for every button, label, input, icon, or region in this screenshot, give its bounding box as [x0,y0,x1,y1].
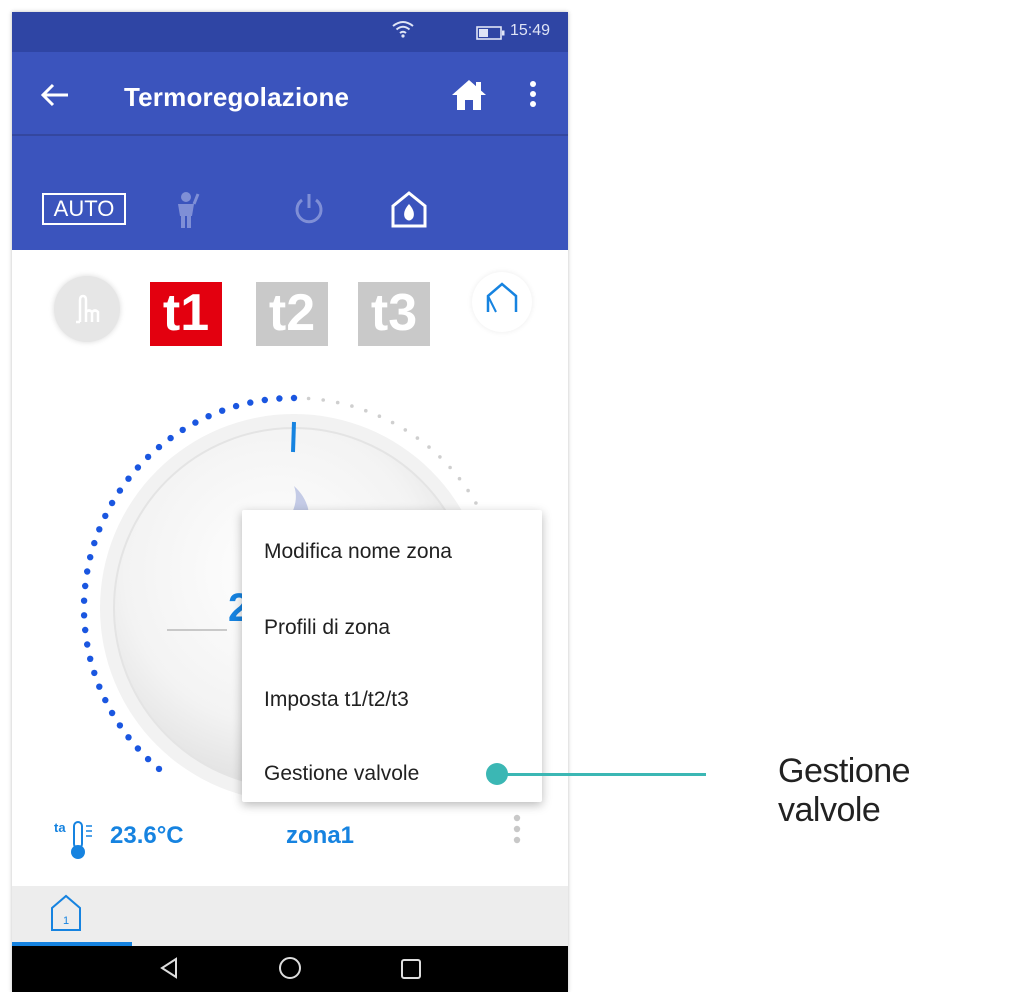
status-bar: 15:49 [12,12,568,52]
dial-dot-inactive [403,428,408,432]
dial-dot-active [102,512,109,520]
dial-dot-active [276,395,283,402]
menu-item-rename-zone[interactable]: Modifica nome zona [264,540,452,564]
dial-dot-inactive [415,436,420,440]
dial-dot-active [144,453,152,461]
house-outline-icon [486,282,518,313]
house-outline-icon: 1 [51,894,81,931]
more-vertical-icon[interactable] [528,80,538,113]
t3-setpoint-button[interactable]: t3 [358,282,430,346]
dial-dot-active [219,407,226,414]
dial-dot-inactive [457,476,462,481]
dial-dot-active [96,683,103,690]
dial-dot-active [82,626,89,634]
tab-zone-1[interactable]: 1 [12,886,132,946]
menu-item-zone-profiles[interactable]: Profili di zona [264,616,390,640]
dial-dot-inactive [306,396,311,401]
dial-dot-active [84,641,91,648]
dial-dot-active [167,434,174,442]
dial-dot-active [96,526,103,533]
dial-dot-active [125,734,132,741]
dial-dot-active [144,755,152,763]
battery-icon [476,26,506,45]
dial-dot-active [108,709,116,717]
t2-setpoint-button[interactable]: t2 [256,282,328,346]
dial-dot-active [134,745,142,752]
dial-dot-active [247,399,254,406]
callout-label: Gestione valvole [778,752,911,829]
dial-dot-inactive [390,420,395,425]
nav-back-icon[interactable] [158,956,180,985]
dial-dot-inactive [438,455,442,459]
zone-more-icon[interactable] [512,814,522,851]
zone-name: zona1 [286,822,355,849]
page-title: Termoregolazione [124,82,350,112]
dial-dot-active [84,568,91,575]
dial-dot-active [125,475,132,482]
menu-item-set-t1-t2-t3[interactable]: Imposta t1/t2/t3 [264,688,409,712]
clock-time: 15:49 [510,22,551,39]
dial-dot-active [80,597,88,604]
nav-home-icon[interactable] [278,956,302,985]
dial-dot-active [102,696,109,704]
house-flame-icon[interactable] [390,190,428,233]
dial-dot-inactive [321,398,326,402]
arrow-left-icon[interactable] [40,82,70,113]
thermometer-icon: ta [52,818,100,869]
dial-dot-active [232,402,240,410]
dial-dot-inactive [466,488,470,493]
dial-dot-inactive [335,400,340,405]
dial-dot-active [87,655,94,662]
dial-dot-active [192,419,199,426]
callout-line [498,773,706,776]
dial-dot-active [261,396,268,404]
dial-dot-inactive [364,408,368,413]
callout-dot [486,763,508,785]
dial-dot-inactive [377,414,382,418]
dial-dot-inactive [427,445,431,449]
dial-dot-active [82,582,89,590]
system-nav-bar [12,946,568,992]
nav-recents-icon[interactable] [400,958,422,985]
sensor-button[interactable] [54,276,120,342]
zone-info-row: ta 23.6°C zona1 [12,802,568,886]
dial-dot-active [108,499,116,507]
phone-screen: 15:49 Termoregolazione AUTO t1 t2 t3 2 M… [12,12,568,992]
dial-dot-active [155,443,163,451]
dial-dot-active [116,722,124,729]
dial-dot-active [134,464,142,471]
ambient-temperature: 23.6°C [110,822,184,849]
dial-dot-active [91,669,98,677]
home-icon[interactable] [450,78,488,117]
svg-text:ta: ta [54,820,66,835]
auto-mode-button[interactable]: AUTO [42,193,126,225]
app-bar: Termoregolazione [12,52,568,136]
dial-dot-active [91,539,98,547]
setpoint-selectors: t1 t2 t3 [12,250,568,360]
zone-house-button[interactable] [472,272,532,332]
dial-dot-active [290,394,298,402]
dial-dot-active [87,554,94,561]
dial-dot-active [205,413,212,420]
svg-text:1: 1 [63,915,69,927]
dial-dot-active [116,487,124,494]
menu-item-valve-management[interactable]: Gestione valvole [264,762,419,786]
mode-bar: AUTO [12,136,568,250]
dial-dot-inactive [474,501,478,505]
dial-dot-inactive [448,465,452,470]
power-icon[interactable] [292,192,326,231]
wifi-icon [392,20,414,43]
dial-dot-active [155,765,163,773]
dial-dot-active [80,612,88,619]
hand-touch-icon [76,294,100,324]
dial-dot-inactive [350,404,354,408]
dial-dot-active [179,426,186,434]
manual-person-icon[interactable] [172,190,200,235]
t1-setpoint-button[interactable]: t1 [150,282,222,346]
zone-tab-bar: 1 [12,886,568,946]
zone-context-menu: Modifica nome zona Profili di zona Impos… [242,510,542,802]
